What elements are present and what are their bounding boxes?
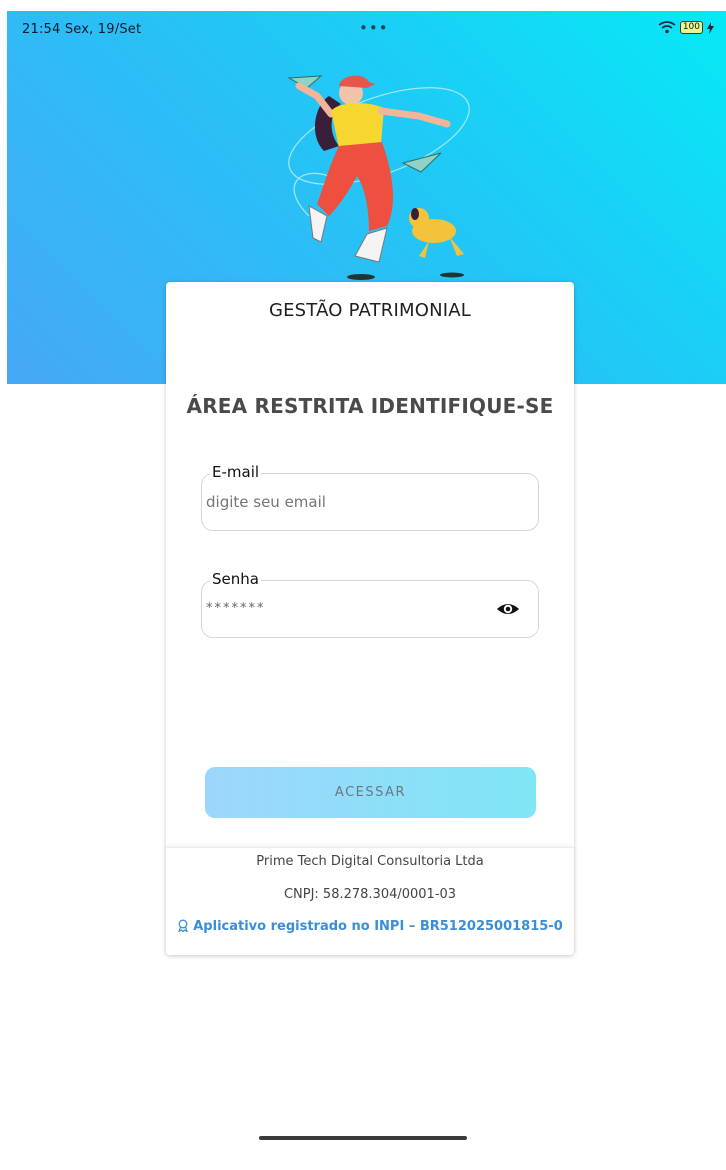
toggle-password-visibility-button[interactable] [496,598,520,620]
app-title: GESTÃO PATRIMONIAL [268,300,472,321]
inpi-registration-text: Aplicativo registrado no INPI – BR512025… [193,919,563,934]
email-input[interactable] [206,474,488,530]
company-cnpj: CNPJ: 58.278.304/0001-03 [283,887,457,902]
company-name: Prime Tech Digital Consultoria Ltda [256,854,484,869]
eye-icon [497,604,519,614]
wifi-icon [658,21,676,34]
charging-bolt-icon [707,21,714,34]
hero-illustration [287,75,470,280]
home-indicator[interactable] [259,1136,467,1140]
status-indicators: 100 [658,21,714,34]
password-input[interactable] [206,581,488,637]
battery-icon: 100 [679,21,703,34]
award-ribbon-icon [178,919,189,933]
card-footer: Prime Tech Digital Consultoria Ltda CNPJ… [166,847,574,954]
page-heading: ÁREA RESTRITA IDENTIFIQUE-SE [186,394,554,418]
access-button[interactable]: ACESSAR [205,767,536,818]
status-time-date: 21:54 Sex, 19/Set [22,22,142,37]
password-field[interactable]: Senha [201,570,539,638]
inpi-registration-link[interactable]: Aplicativo registrado no INPI – BR512025… [166,919,574,934]
login-card: GESTÃO PATRIMONIAL ÁREA RESTRITA IDENTIF… [166,282,574,955]
status-bar: 21:54 Sex, 19/Set ••• 100 [0,11,726,43]
status-more-dots: ••• [359,19,389,37]
email-field[interactable]: E-mail [201,463,539,531]
